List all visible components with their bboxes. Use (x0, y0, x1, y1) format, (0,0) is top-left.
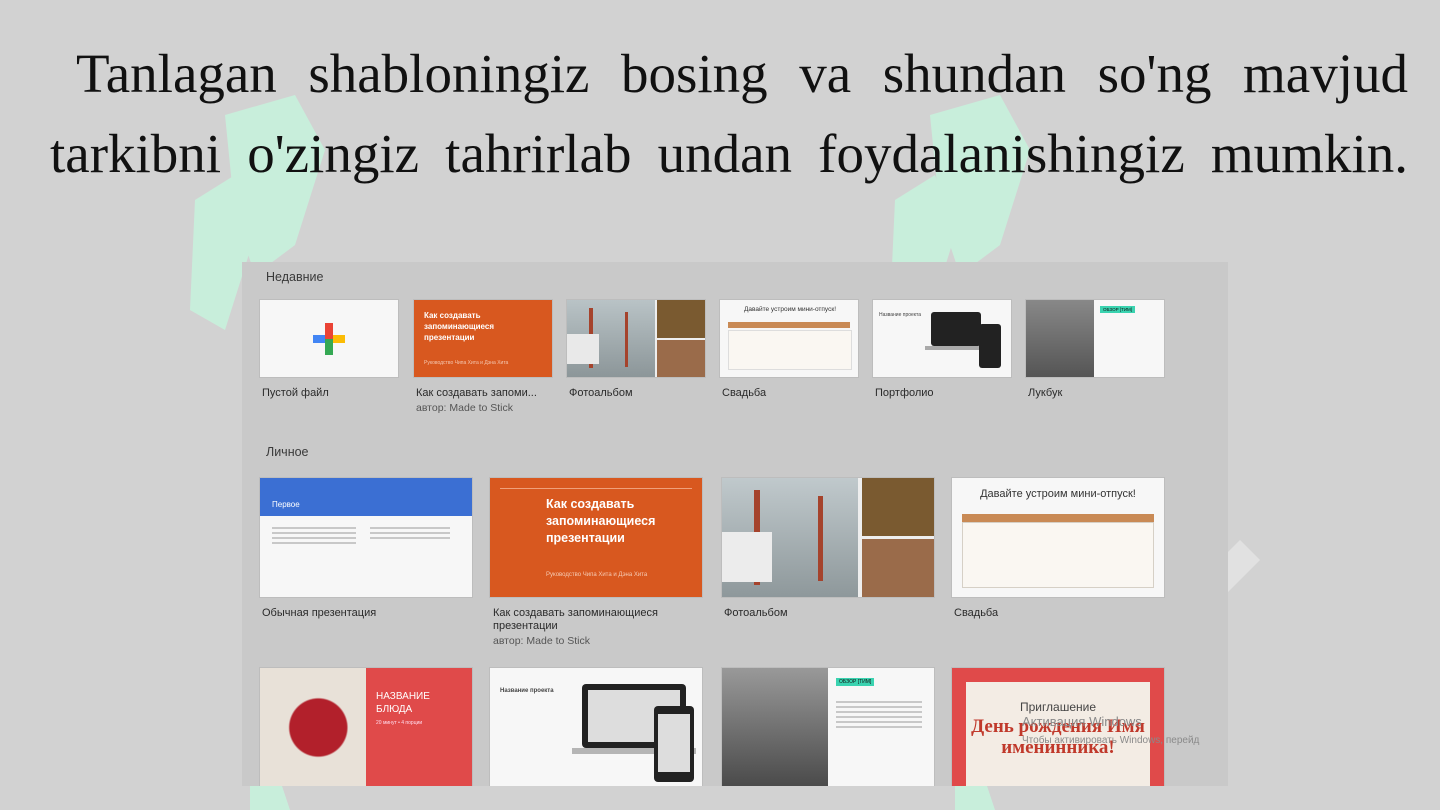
template-card-stick[interactable]: Как создавать запоминающиеся презентации… (414, 300, 552, 377)
template-name: Пустой файл (262, 387, 329, 399)
template-author: автор: Made to Stick (493, 635, 591, 647)
thumb-subtitle: 20 минут • 4 порции (376, 720, 423, 726)
photo-skater (1026, 300, 1094, 377)
template-name: Как создавать запоми... (416, 387, 537, 399)
windows-activation-text: Чтобы активировать Windows, перейд (1022, 735, 1200, 746)
windows-activation-title: Активация Windows (1022, 714, 1142, 729)
photo-leaves (862, 478, 934, 536)
template-card-recipe[interactable]: НАЗВАНИЕ БЛЮДА 20 минут • 4 порции (260, 668, 472, 786)
thumb-subtitle: Руководство Чипа Хита и Дэна Хита (546, 572, 648, 578)
instruction-text: Tanlagan shabloningiz bosing va shundan … (50, 34, 1408, 194)
thumb-title: НАЗВАНИЕ БЛЮДА (376, 691, 430, 715)
thumb-title: Давайте устроим мини-отпуск! (980, 488, 1136, 500)
thumb-title: Давайте устроим мини-отпуск! (743, 306, 837, 313)
phone-graphic (979, 324, 1001, 368)
thumb-title: Название проекта (500, 688, 554, 694)
template-name: Свадьба (722, 387, 767, 399)
template-name: Как создавать запоминающиеся презентации (493, 607, 658, 632)
photo-leaves (657, 300, 705, 338)
thumb-title: Название проекта (879, 312, 922, 318)
template-card-blank[interactable] (260, 300, 398, 377)
photo-raspberries (260, 668, 366, 786)
laptop-graphic (931, 312, 981, 346)
template-name: Лукбук (1028, 387, 1063, 399)
thumb-title: Первое (272, 500, 300, 509)
photo-skater (722, 668, 828, 786)
template-name: Портфолио (875, 387, 934, 399)
template-card-photoalbum[interactable] (567, 300, 705, 377)
template-card-portfolio[interactable]: Название проекта (873, 300, 1011, 377)
thumb-title: Приглашение (1019, 700, 1097, 714)
thumb-tag: ОБЗОР [ТИМ] (1100, 306, 1136, 313)
thumb-title: Как создавать запоминающиеся презентации (424, 311, 495, 342)
template-card-stick-large[interactable]: Как создавать запоминающиеся презентации… (490, 478, 702, 597)
instruction-line-2: tarkibni o'zingiz tahrirlab undan foydal… (50, 123, 1408, 184)
photo-table (862, 539, 934, 597)
plus-icon (313, 323, 345, 355)
template-author: автор: Made to Stick (416, 402, 514, 414)
template-card-lookbook[interactable]: ОБЗОР [ТИМ] (1026, 300, 1164, 377)
template-card-portfolio-large[interactable]: Название проекта (490, 668, 702, 786)
template-name: Обычная презентация (262, 607, 377, 619)
template-gallery-screenshot: Недавние Пустой файл Как создавать запом… (242, 262, 1228, 786)
template-card-photoalbum-large[interactable] (722, 478, 934, 597)
template-name: Фотоальбом (569, 387, 633, 399)
section-personal-label: Личное (266, 445, 309, 459)
phone-graphic (654, 706, 694, 782)
instruction-line-1: Tanlagan shabloningiz bosing va shundan … (76, 43, 1408, 104)
thumb-subtitle: Руководство Чипа Хита и Дэна Хита (424, 360, 509, 366)
template-name: Свадьба (954, 607, 999, 619)
photo-table (657, 340, 705, 377)
template-name: Фотоальбом (724, 607, 788, 619)
template-card-basic[interactable]: Первое (260, 478, 472, 597)
thumb-title: Как создавать запоминающиеся презентации (546, 497, 656, 545)
template-card-wedding-large[interactable]: Давайте устроим мини-отпуск! (952, 478, 1164, 597)
template-card-wedding[interactable]: Давайте устроим мини-отпуск! (720, 300, 858, 377)
thumb-tag: ОБЗОР [ТИМ] (836, 678, 875, 686)
section-recent-label: Недавние (266, 270, 324, 284)
template-card-lookbook-large[interactable]: ОБЗОР [ТИМ] (722, 668, 934, 786)
